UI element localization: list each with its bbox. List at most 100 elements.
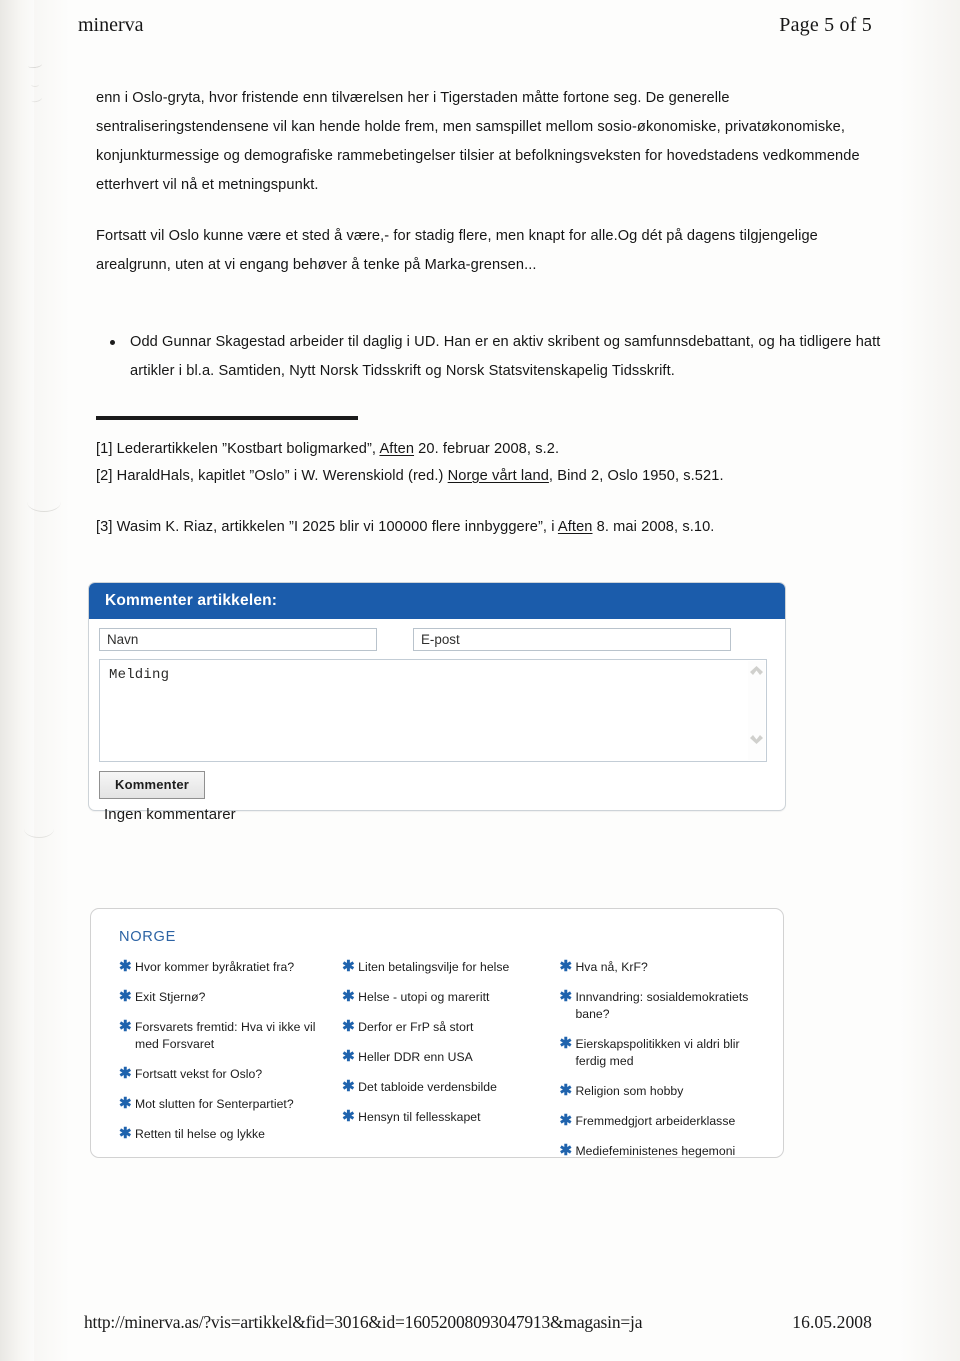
reference-2-source: Norge vårt land (447, 468, 549, 484)
star-bullet-icon: ✱ (342, 1048, 355, 1065)
related-link-label[interactable]: Fortsatt vekst for Oslo? (135, 1066, 342, 1083)
reference-item-1: [1] Lederartikkelen ”Kostbart boligmarke… (96, 436, 896, 463)
related-link-label[interactable]: Eierskapspolitikken vi aldri blir ferdig… (575, 1036, 765, 1070)
star-bullet-icon: ✱ (342, 1078, 355, 1095)
related-link-label[interactable]: Derfor er FrP så stort (358, 1019, 559, 1036)
related-link-item[interactable]: ✱ Fortsatt vekst for Oslo? (119, 1066, 342, 1083)
related-link-label[interactable]: Forsvarets fremtid: Hva vi ikke vil med … (135, 1019, 342, 1053)
related-links-column-2: ✱ Liten betalingsvilje for helse ✱ Helse - … (342, 959, 559, 1173)
page-header: minerva Page 5 of 5 (0, 14, 960, 37)
related-link-item[interactable]: ✱ Exit Stjernø? (119, 989, 342, 1006)
scan-artifact-mark (24, 820, 54, 838)
star-bullet-icon: ✱ (342, 1108, 355, 1125)
chevron-up-icon[interactable] (750, 666, 763, 675)
related-link-label[interactable]: Fremmedgjort arbeiderklasse (575, 1113, 765, 1130)
related-link-item[interactable]: ✱ Fremmedgjort arbeiderklasse (559, 1113, 765, 1130)
related-link-label[interactable]: Heller DDR enn USA (358, 1049, 559, 1066)
related-link-item[interactable]: ✱ Religion som hobby (559, 1083, 765, 1100)
reference-1-suffix: 20. februar 2008, s.2. (414, 441, 560, 457)
source-url: http://minerva.as/?vis=artikkel&fid=3016… (84, 1312, 643, 1332)
related-link-label[interactable]: Religion som hobby (575, 1083, 765, 1100)
textarea-scrollbar[interactable] (748, 661, 765, 760)
related-link-label[interactable]: Liten betalingsvilje for helse (358, 959, 559, 976)
star-bullet-icon: ✱ (559, 988, 573, 1005)
related-link-item[interactable]: ✱ Mot slutten for Senterpartiet? (119, 1096, 342, 1113)
reference-item-2: [2] HaraldHals, kapitlet ”Oslo” i W. Wer… (96, 463, 896, 490)
related-link-label[interactable]: Mot slutten for Senterpartiet? (135, 1096, 342, 1113)
reference-1-source: Aften (379, 441, 415, 457)
reference-1-prefix: [1] Lederartikkelen ”Kostbart boligmarke… (96, 441, 380, 457)
related-link-label[interactable]: Retten til helse og lykke (135, 1126, 342, 1143)
reference-3-source: Aften (557, 519, 593, 535)
scan-artifact-mark (31, 82, 39, 87)
message-textarea[interactable]: Melding (99, 659, 767, 762)
comment-form-title: Kommenter artikkelen: (89, 583, 785, 619)
related-link-item[interactable]: ✱ Heller DDR enn USA (342, 1049, 559, 1066)
name-input[interactable] (99, 628, 377, 651)
reference-3-suffix: 8. mai 2008, s.10. (592, 519, 715, 535)
star-bullet-icon: ✱ (119, 1018, 132, 1035)
related-link-item[interactable]: ✱ Hvor kommer byråkratiet fra? (119, 959, 342, 976)
scan-artifact-mark (30, 94, 43, 104)
star-bullet-icon: ✱ (342, 1018, 355, 1035)
list-item: Odd Gunnar Skagestad arbeider til daglig… (110, 328, 920, 386)
page-footer: http://minerva.as/?vis=artikkel&fid=3016… (0, 1312, 960, 1333)
related-link-item[interactable]: ✱ Retten til helse og lykke (119, 1126, 342, 1143)
reference-item-3: [3] Wasim K. Riaz, artikkelen ”I 2025 bl… (96, 514, 896, 541)
star-bullet-icon: ✱ (559, 1082, 573, 1099)
author-bio-text: Odd Gunnar Skagestad arbeider til daglig… (130, 334, 881, 379)
star-bullet-icon: ✱ (559, 1112, 573, 1129)
related-link-label[interactable]: Innvandring: sosialdemokratiets bane? (575, 989, 765, 1023)
reference-2-prefix: [2] HaraldHals, kapitlet ”Oslo” i W. Wer… (96, 468, 448, 484)
related-links-box: NORGE ✱ Hvor kommer byråkratiet fra? ✱ Exit… (90, 908, 784, 1158)
star-bullet-icon: ✱ (559, 1035, 573, 1052)
related-link-item[interactable]: ✱ Forsvarets fremtid: Hva vi ikke vil med… (119, 1019, 342, 1053)
star-bullet-icon: ✱ (119, 1095, 132, 1112)
scan-left-edge-shadow (0, 0, 34, 1361)
star-bullet-icon: ✱ (119, 988, 132, 1005)
related-link-item[interactable]: ✱ Eierskapspolitikken vi aldri blir ferdi… (559, 1036, 765, 1070)
related-link-item[interactable]: ✱ Innvandring: sosialdemokratiets bane? (559, 989, 765, 1023)
related-links-columns: ✱ Hvor kommer byråkratiet fra? ✱ Exit Stjer… (119, 959, 765, 1173)
star-bullet-icon: ✱ (119, 1125, 132, 1142)
email-input[interactable] (413, 628, 731, 651)
star-bullet-icon: ✱ (559, 1142, 573, 1159)
related-link-label[interactable]: Hvor kommer byråkratiet fra? (135, 959, 342, 976)
references-section: [1] Lederartikkelen ”Kostbart boligmarke… (96, 416, 896, 541)
bullet-dot-icon (110, 340, 115, 345)
related-link-label[interactable]: Hva nå, KrF? (575, 959, 765, 976)
related-link-item[interactable]: ✱ Helse - utopi og mareritt (342, 989, 559, 1006)
related-link-item[interactable]: ✱ Mediefeministenes hegemoni (559, 1143, 765, 1160)
scan-artifact-mark (27, 61, 43, 69)
related-link-item[interactable]: ✱ Hensyn til fellesskapet (342, 1109, 559, 1126)
related-link-label[interactable]: Helse - utopi og mareritt (358, 989, 559, 1006)
author-bio-list: Odd Gunnar Skagestad arbeider til daglig… (96, 328, 880, 386)
star-bullet-icon: ✱ (342, 988, 355, 1005)
article-paragraph-1: enn i Oslo-gryta, hvor fristende enn til… (96, 90, 860, 193)
related-link-item[interactable]: ✱ Hva nå, KrF? (559, 959, 765, 976)
page-number-indicator: Page 5 of 5 (779, 14, 872, 36)
article-paragraph-2: Fortsatt vil Oslo kunne være et sted å v… (96, 228, 818, 273)
scan-artifact-mark (27, 492, 61, 512)
related-link-label[interactable]: Hensyn til fellesskapet (358, 1109, 559, 1126)
related-links-category-title: NORGE (119, 929, 177, 945)
submit-comment-button[interactable]: Kommenter (99, 771, 206, 799)
article-body: enn i Oslo-gryta, hvor fristende enn til… (96, 84, 880, 386)
comment-form: Kommenter artikkelen: Melding Kommenter (88, 582, 786, 811)
reference-2-suffix: , Bind 2, Oslo 1950, s.521. (548, 468, 724, 484)
related-link-label[interactable]: Exit Stjernø? (135, 989, 342, 1006)
related-link-item[interactable]: ✱ Det tabloide verdensbilde (342, 1079, 559, 1096)
print-date: 16.05.2008 (792, 1312, 872, 1332)
no-comments-message: Ingen kommentarer (104, 806, 236, 823)
related-link-label[interactable]: Mediefeministenes hegemoni (575, 1143, 765, 1160)
related-links-column-1: ✱ Hvor kommer byråkratiet fra? ✱ Exit Stjer… (119, 959, 342, 1173)
related-link-item[interactable]: ✱ Derfor er FrP så stort (342, 1019, 559, 1036)
star-bullet-icon: ✱ (119, 958, 132, 975)
related-links-column-3: ✱ Hva nå, KrF? ✱ Innvandring: sosialdemokra… (559, 959, 765, 1173)
star-bullet-icon: ✱ (342, 958, 355, 975)
message-textarea-value: Melding (109, 667, 170, 683)
site-title: minerva (78, 14, 144, 36)
related-link-item[interactable]: ✱ Liten betalingsvilje for helse (342, 959, 559, 976)
chevron-down-icon[interactable] (750, 735, 763, 744)
related-link-label[interactable]: Det tabloide verdensbilde (358, 1079, 559, 1096)
